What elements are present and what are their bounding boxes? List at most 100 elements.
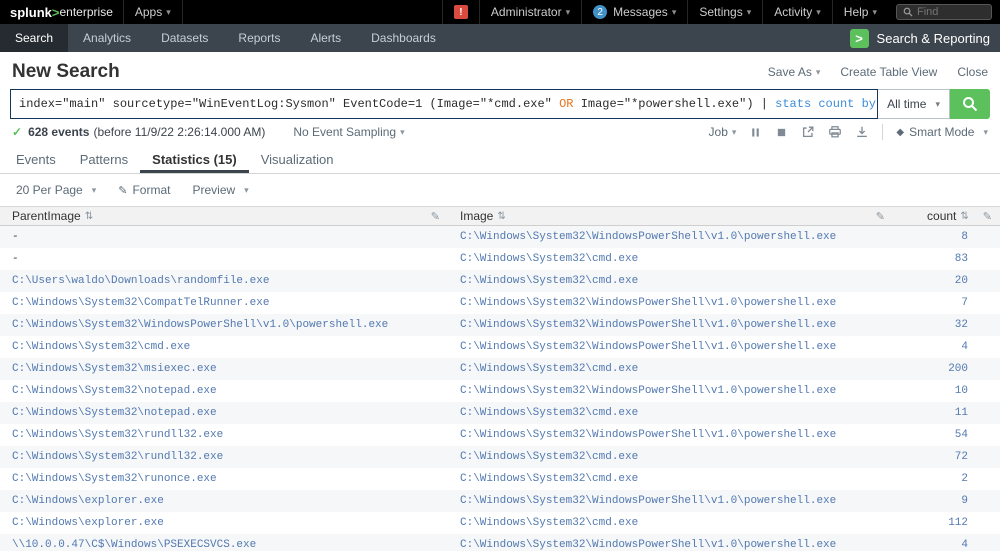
splunk-logo[interactable]: splunk>enterprise bbox=[0, 0, 123, 24]
cell-value-link[interactable]: C:\Windows\System32\runonce.exe bbox=[12, 473, 217, 485]
tab-statistics[interactable]: Statistics (15) bbox=[140, 145, 249, 173]
time-range-picker[interactable]: All time ▾ bbox=[878, 89, 950, 119]
cell-value-link[interactable]: C:\Windows\System32\cmd.exe bbox=[460, 363, 638, 375]
cell-value-link[interactable]: 8 bbox=[961, 231, 968, 243]
cell-count: 54 bbox=[893, 429, 1000, 441]
cell-value-link[interactable]: C:\Windows\System32\rundll32.exe bbox=[12, 451, 223, 463]
cell-value-link[interactable]: 9 bbox=[961, 495, 968, 507]
cell-value-link[interactable]: C:\Windows\System32\WindowsPowerShell\v1… bbox=[460, 385, 836, 397]
cell-parentimage: C:\Windows\System32\notepad.exe bbox=[0, 385, 448, 397]
settings-menu[interactable]: Settings ▾ bbox=[687, 0, 762, 24]
cell-value-link[interactable]: C:\Windows\System32\cmd.exe bbox=[12, 341, 190, 353]
close-button[interactable]: Close bbox=[957, 65, 988, 79]
caret-down-icon: ▾ bbox=[816, 67, 821, 78]
cell-parentimage: C:\Windows\System32\rundll32.exe bbox=[0, 451, 448, 463]
messages-menu[interactable]: 2 Messages ▾ bbox=[581, 0, 687, 24]
cell-value-link[interactable]: 32 bbox=[955, 319, 968, 331]
cell-value-link[interactable]: C:\Windows\explorer.exe bbox=[12, 495, 164, 507]
search-query[interactable]: index="main" sourcetype="WinEventLog:Sys… bbox=[10, 89, 878, 119]
nav-tab-label: Datasets bbox=[161, 31, 208, 45]
share-button[interactable] bbox=[801, 125, 815, 139]
pause-button[interactable] bbox=[749, 126, 762, 139]
tab-events[interactable]: Events bbox=[4, 145, 68, 173]
cell-value-link[interactable]: C:\Windows\System32\cmd.exe bbox=[460, 517, 638, 529]
cell-count: 9 bbox=[893, 495, 1000, 507]
search-icon bbox=[903, 7, 913, 17]
cell-value-link[interactable]: C:\Windows\System32\cmd.exe bbox=[460, 253, 638, 265]
cell-value-link[interactable]: 112 bbox=[948, 517, 968, 529]
cell-image: C:\Windows\System32\cmd.exe bbox=[448, 253, 893, 265]
cell-value-link[interactable]: C:\Windows\System32\WindowsPowerShell\v1… bbox=[460, 297, 836, 309]
nav-tab-datasets[interactable]: Datasets bbox=[146, 24, 223, 52]
search-button[interactable] bbox=[950, 89, 990, 119]
cell-value-link[interactable]: 54 bbox=[955, 429, 968, 441]
search-mode-menu[interactable]: ◆ Smart Mode ▾ bbox=[896, 125, 988, 139]
cell-value-link[interactable]: 200 bbox=[948, 363, 968, 375]
administrator-label: Administrator bbox=[491, 5, 562, 19]
cell-image: C:\Windows\System32\cmd.exe bbox=[448, 451, 893, 463]
format-menu[interactable]: ✎ Format bbox=[110, 180, 178, 200]
cell-value-link[interactable]: C:\Windows\System32\WindowsPowerShell\v1… bbox=[12, 319, 388, 331]
column-header-image[interactable]: Image ⇅ ✎ bbox=[448, 207, 893, 225]
cell-value-link[interactable]: C:\Windows\explorer.exe bbox=[12, 517, 164, 529]
current-app[interactable]: > Search & Reporting bbox=[850, 24, 1000, 52]
cell-value-link[interactable]: 2 bbox=[961, 473, 968, 485]
format-label: Format bbox=[132, 183, 170, 197]
cell-value-link[interactable]: C:\Windows\System32\cmd.exe bbox=[460, 407, 638, 419]
cell-value-link[interactable]: C:\Windows\System32\WindowsPowerShell\v1… bbox=[460, 495, 836, 507]
cell-value-link[interactable]: C:\Users\waldo\Downloads\randomfile.exe bbox=[12, 275, 269, 287]
edit-column-icon[interactable]: ✎ bbox=[876, 210, 885, 223]
cell-value-link[interactable]: 4 bbox=[961, 341, 968, 353]
administrator-menu[interactable]: Administrator ▾ bbox=[479, 0, 581, 24]
cell-value-link[interactable]: C:\Windows\System32\cmd.exe bbox=[460, 275, 638, 287]
cell-value-link[interactable]: 7 bbox=[961, 297, 968, 309]
per-page-menu[interactable]: 20 Per Page ▾ bbox=[8, 180, 104, 200]
license-warning-button[interactable]: ! bbox=[442, 0, 479, 24]
export-button[interactable] bbox=[855, 125, 869, 139]
create-table-view-button[interactable]: Create Table View bbox=[840, 65, 937, 79]
cell-value-link[interactable]: C:\Windows\System32\cmd.exe bbox=[460, 451, 638, 463]
activity-menu[interactable]: Activity ▾ bbox=[762, 0, 832, 24]
cell-value-link[interactable]: C:\Windows\System32\cmd.exe bbox=[460, 473, 638, 485]
cell-value-link[interactable]: C:\Windows\System32\WindowsPowerShell\v1… bbox=[460, 231, 836, 243]
column-header-parentimage[interactable]: ParentImage ⇅ ✎ bbox=[0, 207, 448, 225]
preview-menu[interactable]: Preview ▾ bbox=[184, 180, 256, 200]
cell-value-link[interactable]: 20 bbox=[955, 275, 968, 287]
cell-value-link[interactable]: C:\Windows\System32\WindowsPowerShell\v1… bbox=[460, 539, 836, 551]
find-input[interactable] bbox=[917, 6, 985, 18]
nav-tab-dashboards[interactable]: Dashboards bbox=[356, 24, 451, 52]
nav-tab-alerts[interactable]: Alerts bbox=[295, 24, 356, 52]
cell-value-link[interactable]: C:\Windows\System32\WindowsPowerShell\v1… bbox=[460, 341, 836, 353]
tab-patterns[interactable]: Patterns bbox=[68, 145, 140, 173]
save-as-button[interactable]: Save As ▾ bbox=[768, 65, 821, 79]
cell-value-link[interactable]: 72 bbox=[955, 451, 968, 463]
cell-value-link[interactable]: 11 bbox=[955, 407, 968, 419]
cell-value-link[interactable]: C:\Windows\System32\WindowsPowerShell\v1… bbox=[460, 319, 836, 331]
edit-column-icon[interactable]: ✎ bbox=[431, 210, 440, 223]
cell-parentimage: C:\Users\waldo\Downloads\randomfile.exe bbox=[0, 275, 448, 287]
help-menu[interactable]: Help ▾ bbox=[832, 0, 888, 24]
cell-value-link[interactable]: 4 bbox=[961, 539, 968, 551]
nav-tab-reports[interactable]: Reports bbox=[223, 24, 295, 52]
event-sampling-menu[interactable]: No Event Sampling ▾ bbox=[293, 125, 404, 139]
job-menu[interactable]: Job ▾ bbox=[709, 125, 737, 139]
cell-value-link[interactable]: C:\Windows\System32\rundll32.exe bbox=[12, 429, 223, 441]
share-icon bbox=[801, 125, 815, 139]
nav-tab-search[interactable]: Search bbox=[0, 24, 68, 52]
cell-value-link[interactable]: C:\Windows\System32\msiexec.exe bbox=[12, 363, 217, 375]
cell-value-link[interactable]: \\10.0.0.47\C$\Windows\PSEXECSVCS.exe bbox=[12, 539, 256, 551]
cell-value-link[interactable]: 10 bbox=[955, 385, 968, 397]
nav-tab-analytics[interactable]: Analytics bbox=[68, 24, 146, 52]
cell-value-link[interactable]: C:\Windows\System32\CompatTelRunner.exe bbox=[12, 297, 269, 309]
edit-column-icon[interactable]: ✎ bbox=[983, 210, 992, 223]
tab-visualization[interactable]: Visualization bbox=[249, 145, 346, 173]
cell-value-link[interactable]: C:\Windows\System32\notepad.exe bbox=[12, 385, 217, 397]
print-button[interactable] bbox=[828, 125, 842, 139]
apps-menu[interactable]: Apps ▾ bbox=[123, 0, 183, 24]
cell-value-link[interactable]: C:\Windows\System32\WindowsPowerShell\v1… bbox=[460, 429, 836, 441]
column-header-count[interactable]: count ⇅ ✎ bbox=[893, 207, 1000, 225]
cell-value-link[interactable]: 83 bbox=[955, 253, 968, 265]
cell-value-link[interactable]: C:\Windows\System32\notepad.exe bbox=[12, 407, 217, 419]
stop-button[interactable] bbox=[775, 126, 788, 139]
cell-count: 112 bbox=[893, 517, 1000, 529]
